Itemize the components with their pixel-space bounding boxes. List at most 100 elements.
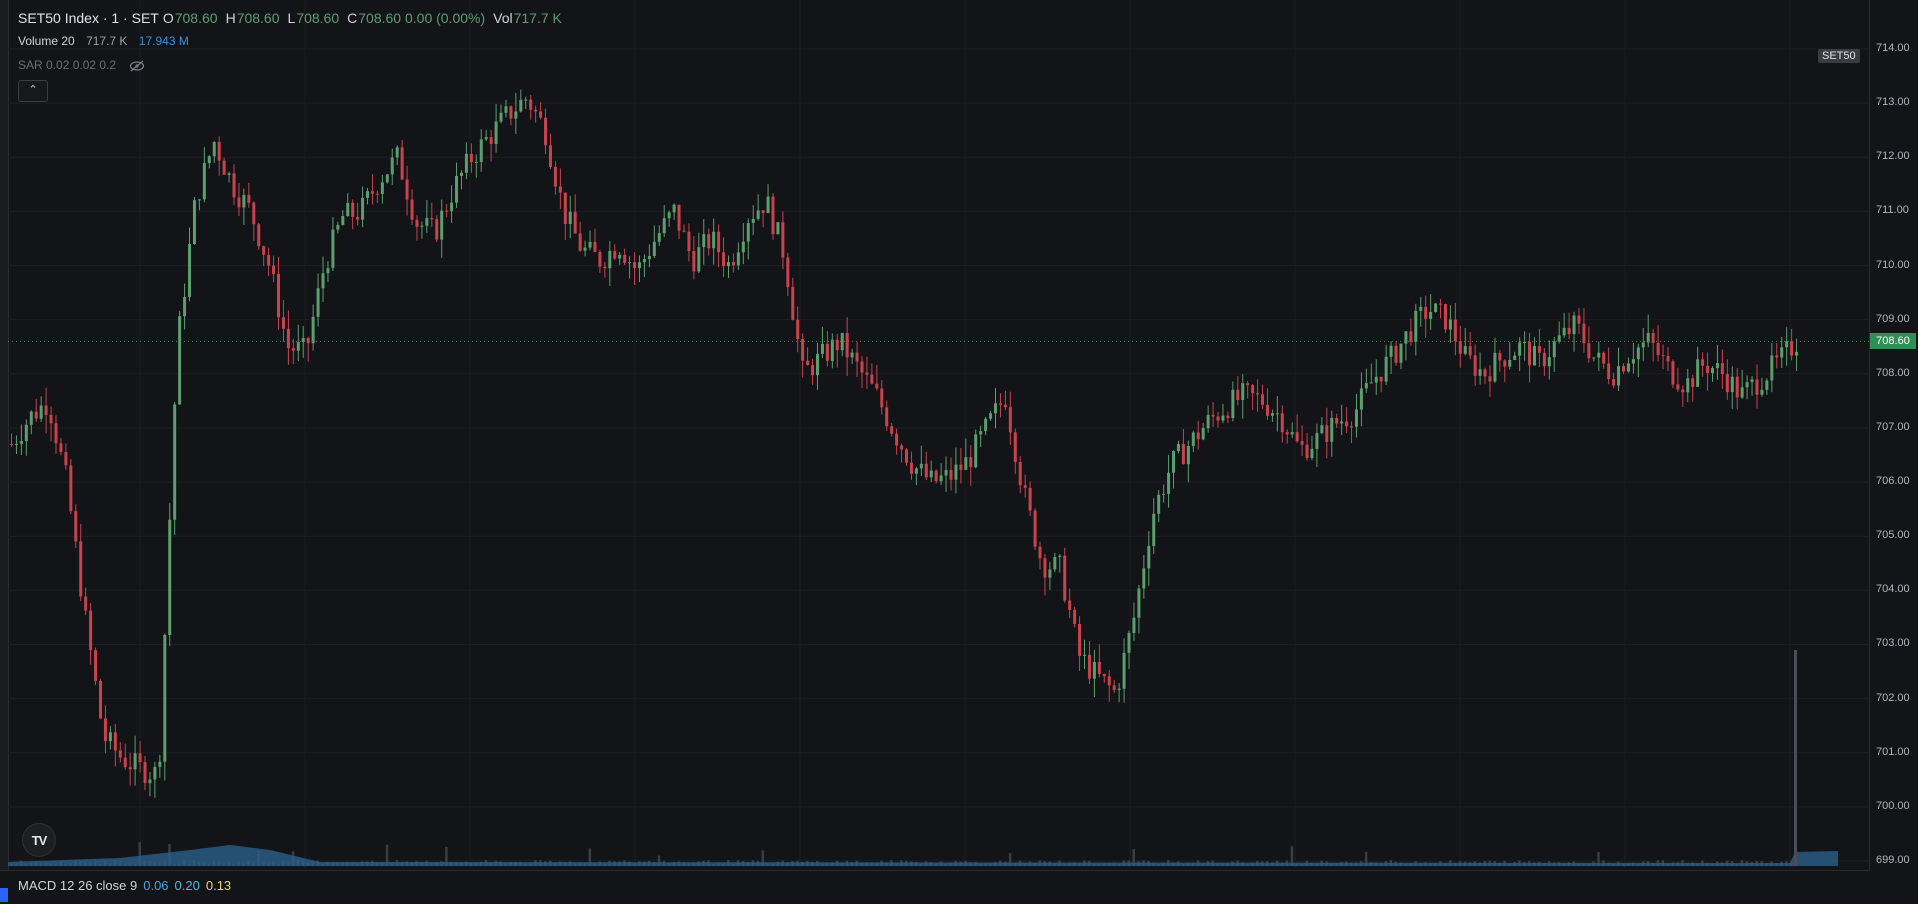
candle-body [1038, 546, 1042, 559]
candle-body [751, 218, 755, 224]
candle-body [1740, 387, 1744, 398]
candle-body [1073, 609, 1077, 624]
candle-body [1528, 341, 1532, 366]
volume-indicator-label: Volume 20 [18, 34, 75, 48]
candle-body [79, 541, 83, 597]
price-axis-label: 706.00 [1876, 475, 1910, 488]
low-label: L [287, 10, 296, 26]
candle-body [1582, 323, 1586, 344]
candle-body [1424, 306, 1428, 319]
price-axis-label: 707.00 [1876, 420, 1910, 433]
candle-body [1359, 388, 1363, 410]
candle-body [262, 246, 266, 255]
candle-body [1542, 352, 1546, 367]
candle-body [855, 352, 859, 362]
candle-body [1720, 363, 1724, 375]
candle-body [613, 250, 617, 259]
candle-body [1270, 413, 1274, 416]
volume-label: Vol [493, 10, 513, 26]
candle-body [919, 463, 923, 469]
candle-body [578, 233, 582, 251]
candle-body [1597, 352, 1601, 358]
candle-body [1275, 413, 1279, 415]
last-price-badge: 708.60 [1870, 333, 1916, 349]
candle-body [553, 167, 557, 187]
candle-body [1256, 393, 1260, 395]
candle-body [1345, 421, 1349, 427]
volume-spike-bar [1794, 650, 1797, 866]
candle-body [1493, 352, 1497, 382]
candle-body [731, 262, 735, 266]
candle-body [197, 199, 201, 201]
candle-body [796, 319, 800, 340]
candle-body [662, 218, 666, 234]
collapse-legend-button[interactable]: ⌃ [18, 80, 48, 102]
candle-body [875, 383, 879, 389]
candle-body [692, 251, 696, 272]
symbol-title[interactable]: SET50 Index · 1 · SET [18, 10, 159, 26]
candle-body [1394, 345, 1398, 363]
candle-body [1448, 319, 1452, 330]
symbol-legend: SET50 Index · 1 · SET O708.60 H708.60 L708.… [18, 10, 570, 26]
candle-body [445, 210, 449, 212]
candle-body [1686, 378, 1690, 393]
candle-body [1172, 451, 1176, 473]
candle-body [1592, 357, 1596, 359]
candle-body [212, 142, 216, 157]
candle-body [1181, 444, 1185, 465]
candle-body [1701, 359, 1705, 366]
candle-body [1498, 352, 1502, 361]
price-axis-label: 702.00 [1876, 691, 1910, 704]
candle-body [959, 464, 963, 470]
high-value: 708.60 [236, 10, 280, 26]
candle-body [1191, 432, 1195, 447]
candle-body [400, 147, 404, 180]
candle-body [1063, 555, 1067, 601]
candle-body [267, 254, 271, 266]
macd-value-1: 0.06 [143, 878, 169, 893]
candle-body [588, 241, 592, 248]
candle-body [173, 404, 177, 520]
candle-body [346, 202, 350, 217]
candle-body [385, 174, 389, 183]
hidden-eye-icon[interactable] [129, 60, 145, 72]
macd-pane[interactable]: MACD 12 26 close 9 0.06 0.20 0.13 [0, 870, 1870, 904]
candle-body [637, 262, 641, 269]
tradingview-logo-icon[interactable]: TV [22, 823, 56, 857]
candle-body [499, 112, 503, 122]
candle-body [519, 99, 523, 112]
pane-marker [0, 888, 8, 902]
price-chart[interactable] [0, 0, 1918, 903]
candle-body [1102, 674, 1106, 677]
candle-body [34, 411, 38, 419]
candle-body [1681, 389, 1685, 393]
candle-body [1503, 360, 1507, 367]
candle-body [890, 426, 894, 434]
candle-body [1216, 416, 1220, 421]
sar-legend[interactable]: SAR 0.02 0.02 0.2 [18, 58, 145, 72]
candle-body [939, 475, 943, 482]
candle-body [1325, 425, 1329, 442]
candle-body [504, 106, 508, 113]
candle-body [1458, 341, 1462, 354]
candle-body [430, 217, 434, 220]
candle-body [791, 287, 795, 320]
candle-body [1196, 432, 1200, 440]
chart-area[interactable] [0, 0, 1918, 903]
candle-body [746, 223, 750, 242]
candle-body [1735, 376, 1739, 398]
candle-body [1785, 341, 1789, 348]
candle-body [707, 234, 711, 249]
candle-body [1369, 382, 1373, 384]
candle-body [1048, 569, 1052, 578]
price-axis-label: 708.00 [1876, 366, 1910, 379]
volume-legend[interactable]: Volume 20 717.7 K 17.943 M [18, 34, 193, 48]
candle-body [1414, 310, 1418, 342]
candle-body [168, 519, 172, 636]
candle-body [118, 750, 122, 758]
price-axis-label: 712.00 [1876, 150, 1910, 163]
candle-body [1562, 327, 1566, 336]
candle-body [1508, 360, 1512, 367]
candle-body [375, 193, 379, 195]
candle-body [440, 210, 444, 240]
